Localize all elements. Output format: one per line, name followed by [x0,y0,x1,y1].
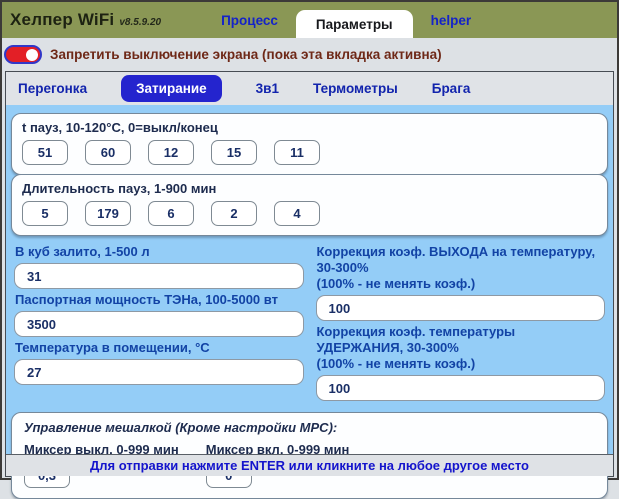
left-column: В куб залито, 1-500 л Паспортная мощност… [14,241,304,401]
heater-power-label: Паспортная мощность ТЭНа, 100-5000 вт [15,292,303,308]
pause-temp-input-3[interactable] [148,140,194,165]
pause-temps-fieldset: t пауз, 10-120°C, 0=выкл/конец [11,113,608,175]
output-correction-label-2: (100% - не менять коэф.) [317,276,605,292]
tab-zatiranie[interactable]: Затирание [121,75,222,102]
hold-correction-label-2: (100% - не менять коэф.) [317,356,605,372]
output-correction-input[interactable] [316,295,606,321]
right-column: Коррекция коэф. ВЫХОДА на температуру, 3… [316,241,606,401]
pause-temps-label: t пауз, 10-120°C, 0=выкл/конец [22,120,597,135]
app-header: Хелпер WiFi v8.5.9.20 Процесс Параметры … [2,2,617,38]
top-tab-process[interactable]: Процесс [203,2,296,38]
section-tabs: Перегонка Затирание 3в1 Термометры Брага [6,72,613,105]
screen-lock-toggle[interactable] [4,45,42,64]
pause-durations-inputs [22,201,597,226]
top-nav: Процесс Параметры helper [203,2,489,38]
screen-lock-label: Запретить выключение экрана (пока эта вк… [50,47,442,62]
field-heater-power: Паспортная мощность ТЭНа, 100-5000 вт [14,292,304,337]
heater-power-input[interactable] [14,311,304,337]
pause-temp-input-2[interactable] [85,140,131,165]
toggle-knob-icon [26,49,38,61]
top-tab-helper[interactable]: helper [413,2,490,38]
tab-peregonka[interactable]: Перегонка [18,81,87,96]
footer-strip: Для отправки нажмите ENTER или кликните … [6,454,613,476]
pause-temp-input-4[interactable] [211,140,257,165]
pause-temps-inputs [22,140,597,165]
pause-temp-input-5[interactable] [274,140,320,165]
hold-correction-label: Коррекция коэф. температуры УДЕРЖАНИЯ, 3… [317,324,605,356]
pause-temp-input-1[interactable] [22,140,68,165]
main-panel: Перегонка Затирание 3в1 Термометры Брага… [5,71,614,477]
tab-3v1[interactable]: 3в1 [256,81,279,96]
app-title: Хелпер WiFi [10,10,114,30]
top-tab-parameters[interactable]: Параметры [296,10,413,38]
settings-content: t пауз, 10-120°C, 0=выкл/конец Длительно… [6,105,613,454]
pause-durations-label: Длительность пауз, 1-900 мин [22,181,597,196]
app-version: v8.5.9.20 [119,13,161,28]
pause-duration-input-5[interactable] [274,201,320,226]
pause-duration-input-1[interactable] [22,201,68,226]
pause-duration-input-2[interactable] [85,201,131,226]
submit-hint: Для отправки нажмите ENTER или кликните … [90,458,529,473]
output-correction-label: Коррекция коэф. ВЫХОДА на температуру, 3… [317,244,605,276]
room-temp-label: Температура в помещении, °C [15,340,303,356]
hold-correction-input[interactable] [316,375,606,401]
mixer-title: Управление мешалкой (Кроме настройки MPC… [24,420,595,435]
volume-label: В куб залито, 1-500 л [15,244,303,260]
pause-durations-fieldset: Длительность пауз, 1-900 мин [11,174,608,236]
tab-braga[interactable]: Брага [432,81,471,96]
field-volume: В куб залито, 1-500 л [14,244,304,289]
field-room-temp: Температура в помещении, °C [14,340,304,385]
tab-termometry[interactable]: Термометры [313,81,398,96]
app-title-wrap: Хелпер WiFi v8.5.9.20 [2,2,161,38]
screen-lock-row: Запретить выключение экрана (пока эта вк… [2,38,617,71]
field-output-correction: Коррекция коэф. ВЫХОДА на температуру, 3… [316,244,606,321]
pause-duration-input-4[interactable] [211,201,257,226]
field-hold-correction: Коррекция коэф. температуры УДЕРЖАНИЯ, 3… [316,324,606,401]
volume-input[interactable] [14,263,304,289]
settings-columns: В куб залито, 1-500 л Паспортная мощност… [11,241,608,401]
room-temp-input[interactable] [14,359,304,385]
pause-duration-input-3[interactable] [148,201,194,226]
